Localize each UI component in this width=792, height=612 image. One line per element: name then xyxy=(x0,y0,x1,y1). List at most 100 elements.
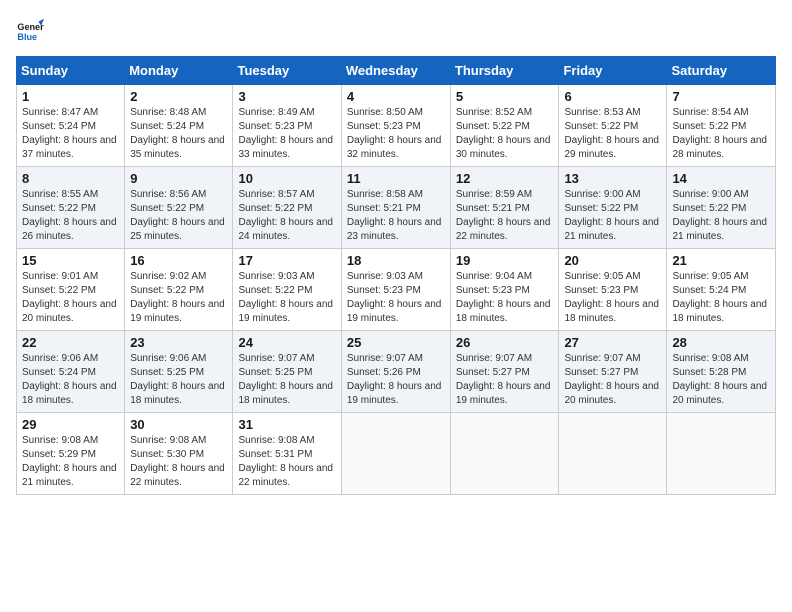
day-number: 9 xyxy=(130,171,227,186)
day-info: Sunrise: 9:03 AM Sunset: 5:23 PM Dayligh… xyxy=(347,270,445,326)
calendar-cell: 29 Sunrise: 9:08 AM Sunset: 5:29 PM Dayl… xyxy=(17,413,125,495)
day-number: 14 xyxy=(672,171,770,186)
day-header-wednesday: Wednesday xyxy=(341,57,450,85)
day-number: 3 xyxy=(238,89,335,104)
day-number: 12 xyxy=(456,171,554,186)
day-info: Sunrise: 8:59 AM Sunset: 5:21 PM Dayligh… xyxy=(456,188,554,244)
day-number: 28 xyxy=(672,335,770,350)
calendar-cell: 11 Sunrise: 8:58 AM Sunset: 5:21 PM Dayl… xyxy=(341,167,450,249)
day-number: 26 xyxy=(456,335,554,350)
calendar-week-row: 1 Sunrise: 8:47 AM Sunset: 5:24 PM Dayli… xyxy=(17,85,776,167)
day-number: 22 xyxy=(22,335,119,350)
day-number: 15 xyxy=(22,253,119,268)
day-number: 23 xyxy=(130,335,227,350)
calendar-cell: 24 Sunrise: 9:07 AM Sunset: 5:25 PM Dayl… xyxy=(233,331,341,413)
calendar-cell: 7 Sunrise: 8:54 AM Sunset: 5:22 PM Dayli… xyxy=(667,85,776,167)
day-info: Sunrise: 9:00 AM Sunset: 5:22 PM Dayligh… xyxy=(564,188,661,244)
calendar-cell: 26 Sunrise: 9:07 AM Sunset: 5:27 PM Dayl… xyxy=(450,331,559,413)
calendar-header-row: SundayMondayTuesdayWednesdayThursdayFrid… xyxy=(17,57,776,85)
day-number: 16 xyxy=(130,253,227,268)
calendar-table: SundayMondayTuesdayWednesdayThursdayFrid… xyxy=(16,56,776,495)
day-info: Sunrise: 9:05 AM Sunset: 5:23 PM Dayligh… xyxy=(564,270,661,326)
day-number: 5 xyxy=(456,89,554,104)
day-info: Sunrise: 9:04 AM Sunset: 5:23 PM Dayligh… xyxy=(456,270,554,326)
day-info: Sunrise: 8:58 AM Sunset: 5:21 PM Dayligh… xyxy=(347,188,445,244)
day-info: Sunrise: 9:06 AM Sunset: 5:24 PM Dayligh… xyxy=(22,352,119,408)
calendar-cell: 12 Sunrise: 8:59 AM Sunset: 5:21 PM Dayl… xyxy=(450,167,559,249)
calendar-cell: 23 Sunrise: 9:06 AM Sunset: 5:25 PM Dayl… xyxy=(125,331,233,413)
calendar-cell: 1 Sunrise: 8:47 AM Sunset: 5:24 PM Dayli… xyxy=(17,85,125,167)
day-number: 25 xyxy=(347,335,445,350)
day-number: 4 xyxy=(347,89,445,104)
day-header-tuesday: Tuesday xyxy=(233,57,341,85)
day-info: Sunrise: 9:07 AM Sunset: 5:27 PM Dayligh… xyxy=(456,352,554,408)
calendar-cell: 17 Sunrise: 9:03 AM Sunset: 5:22 PM Dayl… xyxy=(233,249,341,331)
day-info: Sunrise: 8:53 AM Sunset: 5:22 PM Dayligh… xyxy=(564,106,661,162)
day-number: 13 xyxy=(564,171,661,186)
day-number: 1 xyxy=(22,89,119,104)
calendar-cell: 6 Sunrise: 8:53 AM Sunset: 5:22 PM Dayli… xyxy=(559,85,667,167)
logo-icon: General Blue xyxy=(16,16,44,44)
calendar-cell: 3 Sunrise: 8:49 AM Sunset: 5:23 PM Dayli… xyxy=(233,85,341,167)
day-info: Sunrise: 8:57 AM Sunset: 5:22 PM Dayligh… xyxy=(238,188,335,244)
day-number: 24 xyxy=(238,335,335,350)
calendar-cell: 21 Sunrise: 9:05 AM Sunset: 5:24 PM Dayl… xyxy=(667,249,776,331)
day-info: Sunrise: 9:07 AM Sunset: 5:26 PM Dayligh… xyxy=(347,352,445,408)
day-number: 27 xyxy=(564,335,661,350)
day-number: 7 xyxy=(672,89,770,104)
day-number: 30 xyxy=(130,417,227,432)
calendar-cell: 10 Sunrise: 8:57 AM Sunset: 5:22 PM Dayl… xyxy=(233,167,341,249)
calendar-week-row: 15 Sunrise: 9:01 AM Sunset: 5:22 PM Dayl… xyxy=(17,249,776,331)
day-info: Sunrise: 9:05 AM Sunset: 5:24 PM Dayligh… xyxy=(672,270,770,326)
day-header-thursday: Thursday xyxy=(450,57,559,85)
day-header-friday: Friday xyxy=(559,57,667,85)
day-number: 2 xyxy=(130,89,227,104)
calendar-cell: 19 Sunrise: 9:04 AM Sunset: 5:23 PM Dayl… xyxy=(450,249,559,331)
day-info: Sunrise: 8:56 AM Sunset: 5:22 PM Dayligh… xyxy=(130,188,227,244)
day-number: 10 xyxy=(238,171,335,186)
day-info: Sunrise: 8:47 AM Sunset: 5:24 PM Dayligh… xyxy=(22,106,119,162)
calendar-week-row: 29 Sunrise: 9:08 AM Sunset: 5:29 PM Dayl… xyxy=(17,413,776,495)
day-info: Sunrise: 9:08 AM Sunset: 5:28 PM Dayligh… xyxy=(672,352,770,408)
calendar-cell: 30 Sunrise: 9:08 AM Sunset: 5:30 PM Dayl… xyxy=(125,413,233,495)
day-number: 20 xyxy=(564,253,661,268)
calendar-cell: 9 Sunrise: 8:56 AM Sunset: 5:22 PM Dayli… xyxy=(125,167,233,249)
calendar-cell: 31 Sunrise: 9:08 AM Sunset: 5:31 PM Dayl… xyxy=(233,413,341,495)
calendar-cell: 28 Sunrise: 9:08 AM Sunset: 5:28 PM Dayl… xyxy=(667,331,776,413)
calendar-cell: 22 Sunrise: 9:06 AM Sunset: 5:24 PM Dayl… xyxy=(17,331,125,413)
day-info: Sunrise: 9:06 AM Sunset: 5:25 PM Dayligh… xyxy=(130,352,227,408)
day-number: 19 xyxy=(456,253,554,268)
day-number: 17 xyxy=(238,253,335,268)
calendar-week-row: 8 Sunrise: 8:55 AM Sunset: 5:22 PM Dayli… xyxy=(17,167,776,249)
calendar-cell: 14 Sunrise: 9:00 AM Sunset: 5:22 PM Dayl… xyxy=(667,167,776,249)
day-header-saturday: Saturday xyxy=(667,57,776,85)
day-info: Sunrise: 8:55 AM Sunset: 5:22 PM Dayligh… xyxy=(22,188,119,244)
day-info: Sunrise: 9:03 AM Sunset: 5:22 PM Dayligh… xyxy=(238,270,335,326)
day-number: 6 xyxy=(564,89,661,104)
day-info: Sunrise: 8:49 AM Sunset: 5:23 PM Dayligh… xyxy=(238,106,335,162)
day-info: Sunrise: 9:01 AM Sunset: 5:22 PM Dayligh… xyxy=(22,270,119,326)
day-info: Sunrise: 9:08 AM Sunset: 5:31 PM Dayligh… xyxy=(238,434,335,490)
day-info: Sunrise: 8:48 AM Sunset: 5:24 PM Dayligh… xyxy=(130,106,227,162)
header: General Blue xyxy=(16,16,776,44)
calendar-cell: 5 Sunrise: 8:52 AM Sunset: 5:22 PM Dayli… xyxy=(450,85,559,167)
calendar-cell: 16 Sunrise: 9:02 AM Sunset: 5:22 PM Dayl… xyxy=(125,249,233,331)
calendar-cell: 4 Sunrise: 8:50 AM Sunset: 5:23 PM Dayli… xyxy=(341,85,450,167)
calendar-cell xyxy=(450,413,559,495)
day-info: Sunrise: 9:08 AM Sunset: 5:30 PM Dayligh… xyxy=(130,434,227,490)
calendar-cell: 8 Sunrise: 8:55 AM Sunset: 5:22 PM Dayli… xyxy=(17,167,125,249)
day-number: 21 xyxy=(672,253,770,268)
day-info: Sunrise: 9:00 AM Sunset: 5:22 PM Dayligh… xyxy=(672,188,770,244)
day-header-sunday: Sunday xyxy=(17,57,125,85)
day-number: 29 xyxy=(22,417,119,432)
calendar-cell: 15 Sunrise: 9:01 AM Sunset: 5:22 PM Dayl… xyxy=(17,249,125,331)
calendar-cell: 27 Sunrise: 9:07 AM Sunset: 5:27 PM Dayl… xyxy=(559,331,667,413)
day-info: Sunrise: 8:52 AM Sunset: 5:22 PM Dayligh… xyxy=(456,106,554,162)
calendar-cell: 25 Sunrise: 9:07 AM Sunset: 5:26 PM Dayl… xyxy=(341,331,450,413)
calendar-cell xyxy=(667,413,776,495)
calendar-cell: 13 Sunrise: 9:00 AM Sunset: 5:22 PM Dayl… xyxy=(559,167,667,249)
svg-text:Blue: Blue xyxy=(17,32,37,42)
calendar-cell: 20 Sunrise: 9:05 AM Sunset: 5:23 PM Dayl… xyxy=(559,249,667,331)
calendar-week-row: 22 Sunrise: 9:06 AM Sunset: 5:24 PM Dayl… xyxy=(17,331,776,413)
day-info: Sunrise: 9:07 AM Sunset: 5:25 PM Dayligh… xyxy=(238,352,335,408)
